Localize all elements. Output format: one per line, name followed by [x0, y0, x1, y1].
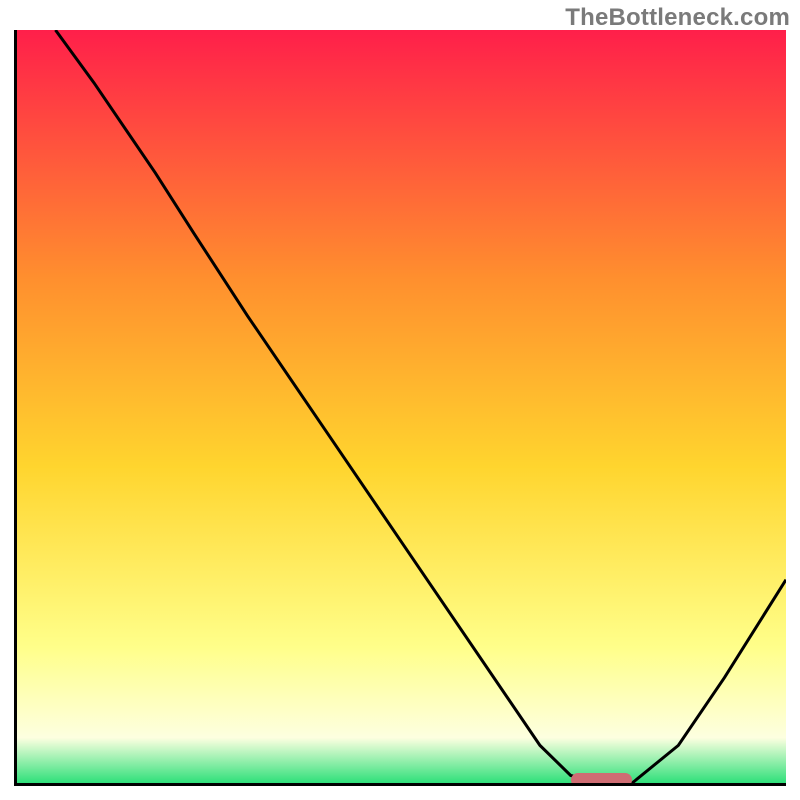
- curve-layer: [17, 30, 786, 783]
- plot-area: [14, 30, 786, 786]
- optimum-marker: [571, 773, 633, 786]
- chart-frame: TheBottleneck.com: [0, 0, 800, 800]
- watermark-text: TheBottleneck.com: [565, 4, 790, 32]
- bottleneck-curve-line: [55, 30, 786, 783]
